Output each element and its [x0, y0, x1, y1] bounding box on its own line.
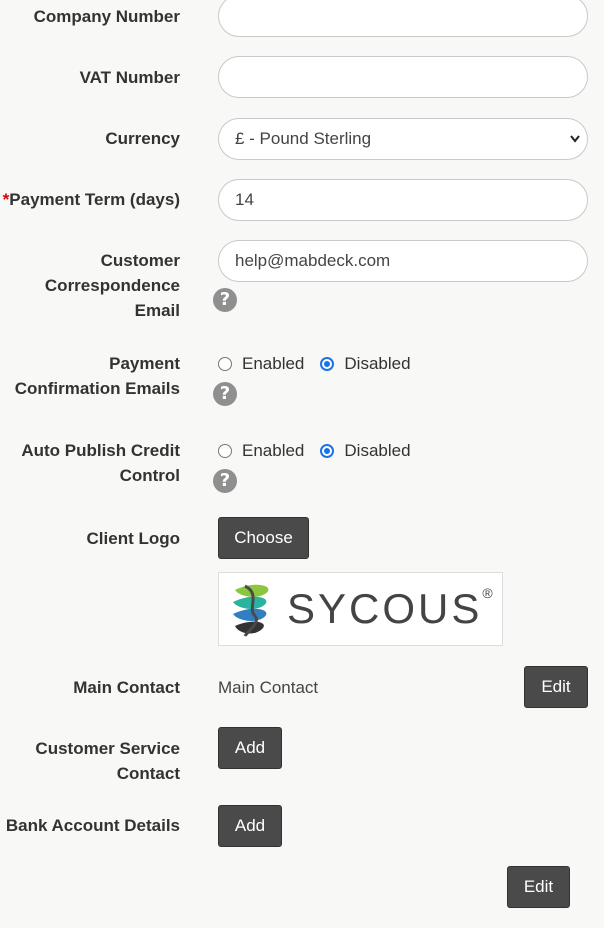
auto-publish-label: Auto Publish Credit Control: [21, 438, 180, 488]
client-logo-label: Client Logo: [86, 529, 180, 548]
correspondence-email-label-line1: Customer: [100, 251, 180, 270]
vat-number-label: VAT Number: [79, 68, 180, 87]
payment-term-label: *Payment Term (days): [3, 187, 180, 212]
auto-publish-disabled-radio[interactable]: [320, 444, 335, 458]
chevron-down-icon: [569, 119, 581, 174]
payment-confirmation-enabled-label[interactable]: Enabled: [242, 352, 304, 376]
payment-confirmation-enabled-radio[interactable]: [218, 357, 232, 371]
main-contact-label: Main Contact: [73, 678, 180, 697]
main-contact-value: Main Contact: [218, 678, 319, 697]
payment-confirmation-disabled-label[interactable]: Disabled: [344, 352, 410, 376]
logo-registered-mark: ®: [482, 585, 493, 601]
currency-value: £ - Pound Sterling: [235, 129, 372, 148]
payment-confirmation-radio-group: Enabled Disabled: [218, 352, 427, 376]
correspondence-email-label: Customer Correspondence Email: [45, 248, 180, 323]
customer-service-contact-label-line2: Contact: [116, 764, 180, 783]
logo-swirl-icon: [233, 584, 269, 637]
bank-account-label: Bank Account Details: [5, 816, 180, 835]
correspondence-email-label-line2: Correspondence: [44, 276, 180, 295]
add-bank-account-button[interactable]: Add: [218, 805, 282, 847]
payment-confirmation-label-line1: Payment: [109, 354, 180, 373]
currency-select[interactable]: £ - Pound Sterling: [218, 118, 588, 160]
auto-publish-enabled-radio[interactable]: [218, 444, 232, 458]
client-logo-image: SYCOUS ®: [218, 572, 503, 646]
auto-publish-label-line1: Auto Publish Credit: [21, 441, 180, 460]
question-circle-icon[interactable]: ?: [213, 469, 237, 493]
question-circle-icon[interactable]: ?: [213, 288, 237, 312]
vat-number-input[interactable]: [218, 56, 588, 98]
customer-service-contact-label-line1: Customer Service: [35, 739, 180, 758]
auto-publish-enabled-label[interactable]: Enabled: [242, 439, 304, 463]
customer-settings-form: Company Number VAT Number Currency £ - P…: [0, 0, 604, 928]
correspondence-email-label-line3: Email: [134, 301, 180, 320]
choose-logo-button[interactable]: Choose: [218, 517, 309, 559]
currency-label: Currency: [105, 129, 180, 148]
logo-wordmark: SYCOUS: [287, 585, 483, 632]
edit-main-contact-button[interactable]: Edit: [524, 666, 588, 708]
question-circle-icon[interactable]: ?: [213, 382, 237, 406]
payment-term-label-text: Payment Term (days): [9, 190, 180, 209]
payment-confirmation-label-line2: Confirmation Emails: [14, 379, 180, 398]
company-number-input[interactable]: [218, 0, 588, 37]
payment-term-input[interactable]: 14: [218, 179, 588, 221]
payment-confirmation-label: Payment Confirmation Emails: [15, 351, 180, 401]
company-number-label: Company Number: [33, 7, 180, 26]
auto-publish-label-line2: Control: [119, 466, 180, 485]
auto-publish-radio-group: Enabled Disabled: [218, 439, 427, 463]
add-customer-service-contact-button[interactable]: Add: [218, 727, 282, 769]
correspondence-email-input[interactable]: help@mabdeck.com: [218, 240, 588, 282]
payment-confirmation-disabled-radio[interactable]: [320, 357, 335, 371]
edit-form-button[interactable]: Edit: [507, 866, 570, 908]
customer-service-contact-label: Customer Service Contact: [35, 736, 180, 786]
auto-publish-disabled-label[interactable]: Disabled: [344, 439, 410, 463]
